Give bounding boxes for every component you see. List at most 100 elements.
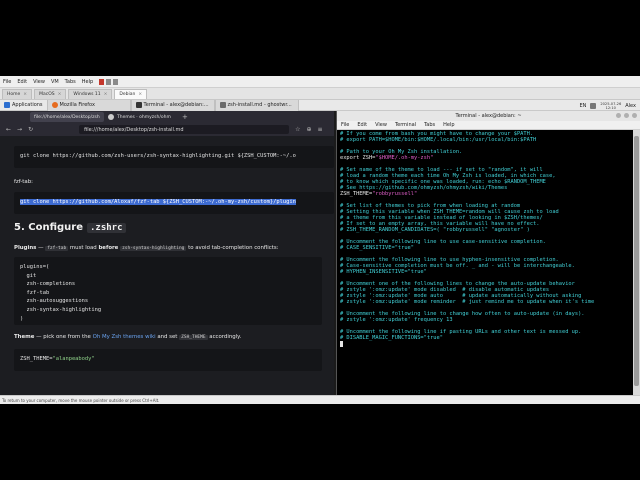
vm-menu-tabs[interactable]: Tabs: [65, 79, 76, 85]
clock-date: 2025-07-26: [600, 101, 622, 106]
plugins-paragraph: Plugins — fzf-tab must load before zsh-s…: [14, 245, 279, 251]
url-bar[interactable]: file:///home/alex/Desktop/zsh-install.md: [79, 125, 290, 134]
vm-tab-debian[interactable]: Debian ×: [114, 89, 148, 99]
terminal-icon: [135, 102, 142, 108]
code-block-fzf-tab: git clone https://github.com/Aloxaf/fzf-…: [14, 192, 334, 214]
inline-code: fzf-tab: [45, 246, 69, 251]
vm-tab-home[interactable]: Home ×: [2, 89, 33, 99]
vm-menu-view[interactable]: View: [33, 79, 45, 85]
system-tray: EN 2025-07-26 12:10 Alex: [579, 100, 640, 111]
vm-tab-label: Debian: [119, 92, 136, 97]
code-block-syntax-highlighting: git clone https://github.com/zsh-users/z…: [14, 146, 334, 168]
menu-icon[interactable]: ≡: [318, 126, 323, 133]
vm-tab-macos[interactable]: MacOS ×: [34, 89, 67, 99]
reload-icon[interactable]: ↻: [28, 126, 33, 133]
code-line: git clone https://github.com/zsh-users/z…: [20, 153, 296, 159]
maximize-icon[interactable]: [624, 113, 629, 118]
code-key: ZSH_THEME=: [20, 356, 53, 362]
terminal-titlebar: Terminal - alex@debian: ~: [337, 111, 640, 121]
vm-tab-bar: Home × MacOS × Windows 11 × Debian ×: [0, 88, 640, 100]
markdown-content: git clone https://github.com/zsh-users/z…: [0, 136, 334, 395]
applications-label: Applications: [12, 102, 43, 108]
browser-tab-themes[interactable]: Themes · ohmyzsh/ohm: [104, 112, 178, 122]
minimize-icon[interactable]: [616, 113, 621, 118]
terminal-output[interactable]: # If you come from bash you might have t…: [337, 130, 633, 395]
terminal-line: # zstyle ':omz:update' mode reminder # j…: [340, 299, 595, 305]
close-icon[interactable]: [632, 113, 637, 118]
taskbar-item-label: Mozilla Firefox: [59, 102, 95, 108]
terminal-window: Terminal - alex@debian: ~ File Edit View…: [336, 111, 640, 395]
plugins-label: Plugins: [14, 245, 37, 251]
clock[interactable]: 2025-07-26 12:10: [600, 102, 621, 110]
pause-icon[interactable]: [99, 78, 105, 85]
close-icon[interactable]: ×: [138, 92, 142, 97]
guest-taskbar: Applications Mozilla Firefox Terminal - …: [0, 99, 640, 111]
browser-tab-bar: file:///home/alex/Desktop/zsh Themes · o…: [0, 111, 334, 123]
vm-tab-windows[interactable]: Windows 11 ×: [68, 89, 113, 99]
forward-icon[interactable]: →: [17, 126, 22, 133]
taskbar-item-firefox[interactable]: Mozilla Firefox: [46, 99, 131, 111]
vm-menu-help[interactable]: Help: [82, 79, 93, 85]
vm-tab-label: MacOS: [39, 92, 55, 97]
close-icon[interactable]: ×: [58, 92, 62, 97]
terminal-string: "$HOME/.oh-my-zsh": [375, 155, 434, 161]
themes-wiki-link[interactable]: Oh My Zsh themes wiki: [93, 334, 156, 340]
applications-icon: [4, 102, 10, 108]
theme-label: Theme: [14, 334, 35, 340]
taskbar-item-label: Terminal - alex@debian:...: [143, 102, 209, 108]
url-text: file:///home/alex/Desktop/zsh-install.md: [84, 126, 184, 133]
keyboard-layout[interactable]: EN: [579, 103, 586, 109]
cursor: [340, 341, 343, 347]
clock-time: 12:10: [605, 105, 616, 110]
code-line: fzf-tab: [20, 289, 50, 296]
terminal-menu-terminal[interactable]: Terminal: [395, 122, 416, 128]
terminal-menu-file[interactable]: File: [341, 122, 349, 128]
code-line: zsh-syntax-highlighting: [20, 306, 102, 313]
vm-status-text: To return to your computer, move the mou…: [2, 397, 160, 403]
bookmark-icon[interactable]: ☆: [295, 126, 300, 133]
terminal-menu-tabs[interactable]: Tabs: [424, 122, 435, 128]
applications-menu[interactable]: Applications: [0, 100, 47, 111]
code-string: "alanpeabody": [52, 356, 95, 362]
browser-toolbar: ← → ↻ file:///home/alex/Desktop/zsh-inst…: [0, 123, 334, 136]
code-line: zsh-completions: [20, 281, 76, 288]
terminal-text: export ZSH=: [340, 155, 376, 161]
terminal-string: "robbyrussell": [372, 191, 418, 197]
browser-tab-zsh-install[interactable]: file:///home/alex/Desktop/zsh: [30, 112, 104, 122]
taskbar-item-terminal[interactable]: Terminal - alex@debian:...: [130, 99, 215, 111]
scrollbar-thumb[interactable]: [634, 136, 639, 386]
browser-window: file:///home/alex/Desktop/zsh Themes · o…: [0, 111, 334, 395]
terminal-scrollbar[interactable]: [633, 130, 640, 395]
close-icon[interactable]: ×: [104, 92, 108, 97]
section-heading-configure: 5. Configure .zshrc: [14, 222, 126, 233]
extensions-icon[interactable]: ⊕: [306, 126, 311, 133]
vm-menu-edit[interactable]: Edit: [17, 79, 27, 85]
terminal-menu-edit[interactable]: Edit: [357, 122, 367, 128]
network-icon[interactable]: [590, 102, 597, 109]
heading-text: 5. Configure: [14, 222, 83, 233]
screen: File Edit View VM Tabs Help Home × MacOS ×…: [0, 0, 640, 480]
plugins-text: to avoid tab-completion conflicts:: [188, 245, 279, 251]
inline-code: ZSH_THEME: [179, 335, 208, 340]
code-line: zsh-autosuggestions: [20, 298, 89, 305]
github-icon: [108, 114, 114, 120]
snapshot-icon[interactable]: [106, 78, 112, 85]
theme-paragraph: Theme — pick one from the Oh My Zsh them…: [14, 334, 241, 340]
fullscreen-icon[interactable]: [113, 78, 119, 85]
code-block-plugins: plugins=( git zsh-completions fzf-tab zs…: [14, 257, 322, 325]
close-icon[interactable]: ×: [23, 92, 27, 97]
user-menu[interactable]: Alex: [625, 103, 636, 109]
back-icon[interactable]: ←: [6, 126, 11, 133]
terminal-title: Terminal - alex@debian: ~: [455, 113, 522, 119]
terminal-menu-view[interactable]: View: [375, 122, 387, 128]
code-line: git: [20, 272, 37, 279]
vm-tab-label: Windows 11: [73, 92, 101, 97]
terminal-menu-help[interactable]: Help: [443, 122, 454, 128]
browser-tab-label: file:///home/alex/Desktop/zsh: [34, 114, 100, 120]
code-line: ): [20, 315, 24, 322]
vm-menu-vm[interactable]: VM: [51, 79, 59, 85]
new-tab-icon[interactable]: +: [182, 113, 188, 121]
code-line: plugins=(: [20, 264, 50, 270]
vm-menu-file[interactable]: File: [3, 79, 11, 85]
taskbar-item-editor[interactable]: zsh-install.md - ghostwr...: [214, 99, 299, 111]
